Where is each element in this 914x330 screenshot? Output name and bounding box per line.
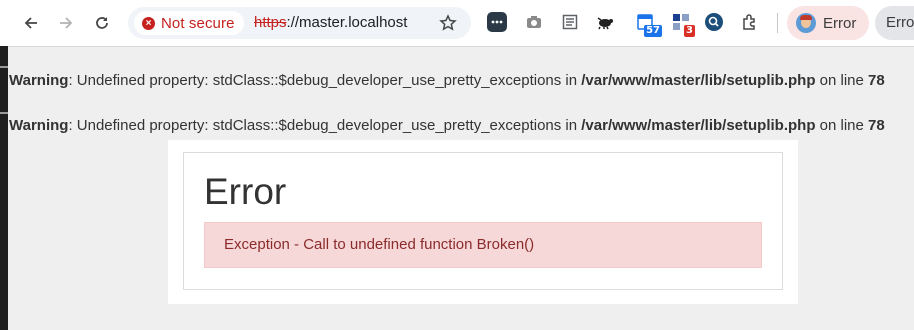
back-button[interactable] [17,9,45,37]
error-message: Exception - Call to undefined function B… [224,236,535,253]
extension-grid[interactable]: 3 [670,11,695,37]
left-window-edge [0,46,8,330]
warning-message: : Undefined property: stdClass::$debug_d… [68,72,582,89]
warning-message: : Undefined property: stdClass::$debug_d… [68,117,582,134]
avatar [796,13,816,33]
toolbar-divider [777,13,778,33]
profile-label: Error [823,14,857,32]
extension-chat[interactable] [486,11,508,33]
puzzle-icon [743,14,755,30]
security-label: Not secure [161,14,235,32]
turtle-icon [597,17,613,30]
php-warning: Warning: Undefined property: stdClass::$… [9,72,885,89]
php-warning: Warning: Undefined property: stdClass::$… [9,117,885,134]
extension-reader[interactable] [559,11,581,33]
url-scheme: https [254,14,287,31]
extension-turtle[interactable] [594,11,616,33]
camera-icon [527,16,541,28]
warning-label: Warning [9,117,69,134]
error-card: Error Exception - Call to undefined func… [183,152,783,290]
extensions-menu-button[interactable] [739,11,761,33]
reload-icon [96,17,108,29]
chat-bubble-icon [487,12,507,32]
url-host: ://master.localhost [286,14,408,31]
warning-file: /var/www/master/lib/setuplib.php [581,117,816,134]
extension-search[interactable] [703,11,725,33]
calendar-badge: 57 [644,25,662,37]
warning-line-number: 78 [868,117,885,134]
security-chip[interactable]: × Not secure [134,11,244,35]
browser-toolbar: × Not secure https://master.localhost 57… [0,0,914,47]
warning-label: Warning [9,72,69,89]
extension-camera[interactable] [523,11,545,33]
reader-icon [562,14,578,30]
reload-button[interactable] [88,9,116,37]
forward-arrow-icon [60,17,73,29]
grid-badge: 3 [684,25,695,37]
warning-line-number: 78 [868,72,885,89]
star-icon [439,14,457,31]
forward-button[interactable] [52,9,80,37]
warning-circle-icon: × [142,16,155,30]
url-text[interactable]: https://master.localhost [254,14,407,31]
error-alert: Exception - Call to undefined function B… [204,222,762,268]
warning-on-line: on line [815,72,869,89]
profile-button[interactable]: Error [787,6,869,40]
magnifier-icon [705,13,723,31]
warning-file: /var/www/master/lib/setuplib.php [581,72,816,89]
address-bar[interactable]: × Not secure https://master.localhost [128,7,471,39]
error-menu-button[interactable]: Error [875,6,914,40]
error-menu-label: Error [886,14,914,31]
error-title: Error [204,171,287,212]
warning-on-line: on line [815,117,869,134]
bookmark-star-button[interactable] [438,13,458,33]
extension-calendar[interactable]: 57 [634,11,662,37]
back-arrow-icon [24,17,37,29]
